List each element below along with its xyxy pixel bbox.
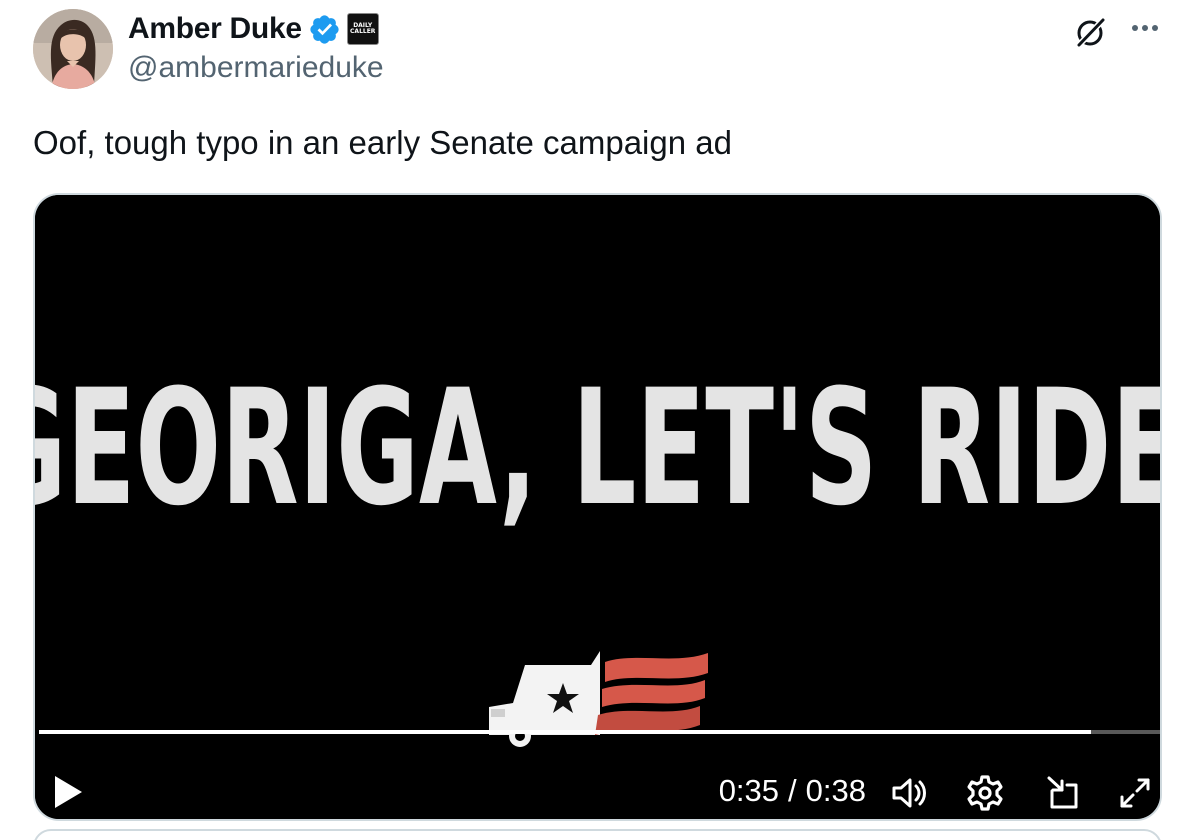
video-frame-text: GEORIGA, LET'S RIDE [35, 356, 1160, 541]
next-card-edge [33, 829, 1162, 840]
affiliate-badge[interactable]: DAILY CALLER [346, 13, 379, 45]
more-icon[interactable] [1127, 16, 1163, 40]
author-row: Amber Duke DAILY CALLER [128, 10, 379, 48]
play-icon[interactable] [51, 773, 85, 811]
video-player[interactable]: GEORIGA, LET'S RIDE 0:35 / 0:38 [33, 193, 1162, 821]
video-frame: GEORIGA, LET'S RIDE [35, 195, 1160, 819]
volume-icon[interactable] [889, 773, 929, 813]
grok-icon[interactable] [1073, 14, 1109, 50]
settings-icon[interactable] [965, 773, 1005, 813]
tweet-text: Oof, tough typo in an early Senate campa… [33, 124, 732, 161]
profile-photo [33, 9, 113, 89]
duration: 0:38 [805, 773, 866, 808]
avatar[interactable] [33, 9, 113, 89]
author-handle[interactable]: @ambermarieduke [128, 51, 384, 85]
verified-badge-icon[interactable] [308, 13, 341, 46]
fullscreen-icon[interactable] [1115, 773, 1155, 813]
video-time: 0:35 / 0:38 [719, 773, 866, 809]
dock-icon[interactable] [1043, 773, 1083, 813]
current-time: 0:35 [718, 773, 780, 808]
tweet-card: Amber Duke DAILY CALLER @ambermarieduke … [0, 0, 1188, 840]
progress-fill [39, 730, 1092, 734]
display-name[interactable]: Amber Duke [128, 12, 302, 46]
progress-bar[interactable] [39, 730, 1160, 734]
time-separator: / [788, 773, 797, 808]
affiliate-badge-line2: CALLER [350, 28, 376, 35]
